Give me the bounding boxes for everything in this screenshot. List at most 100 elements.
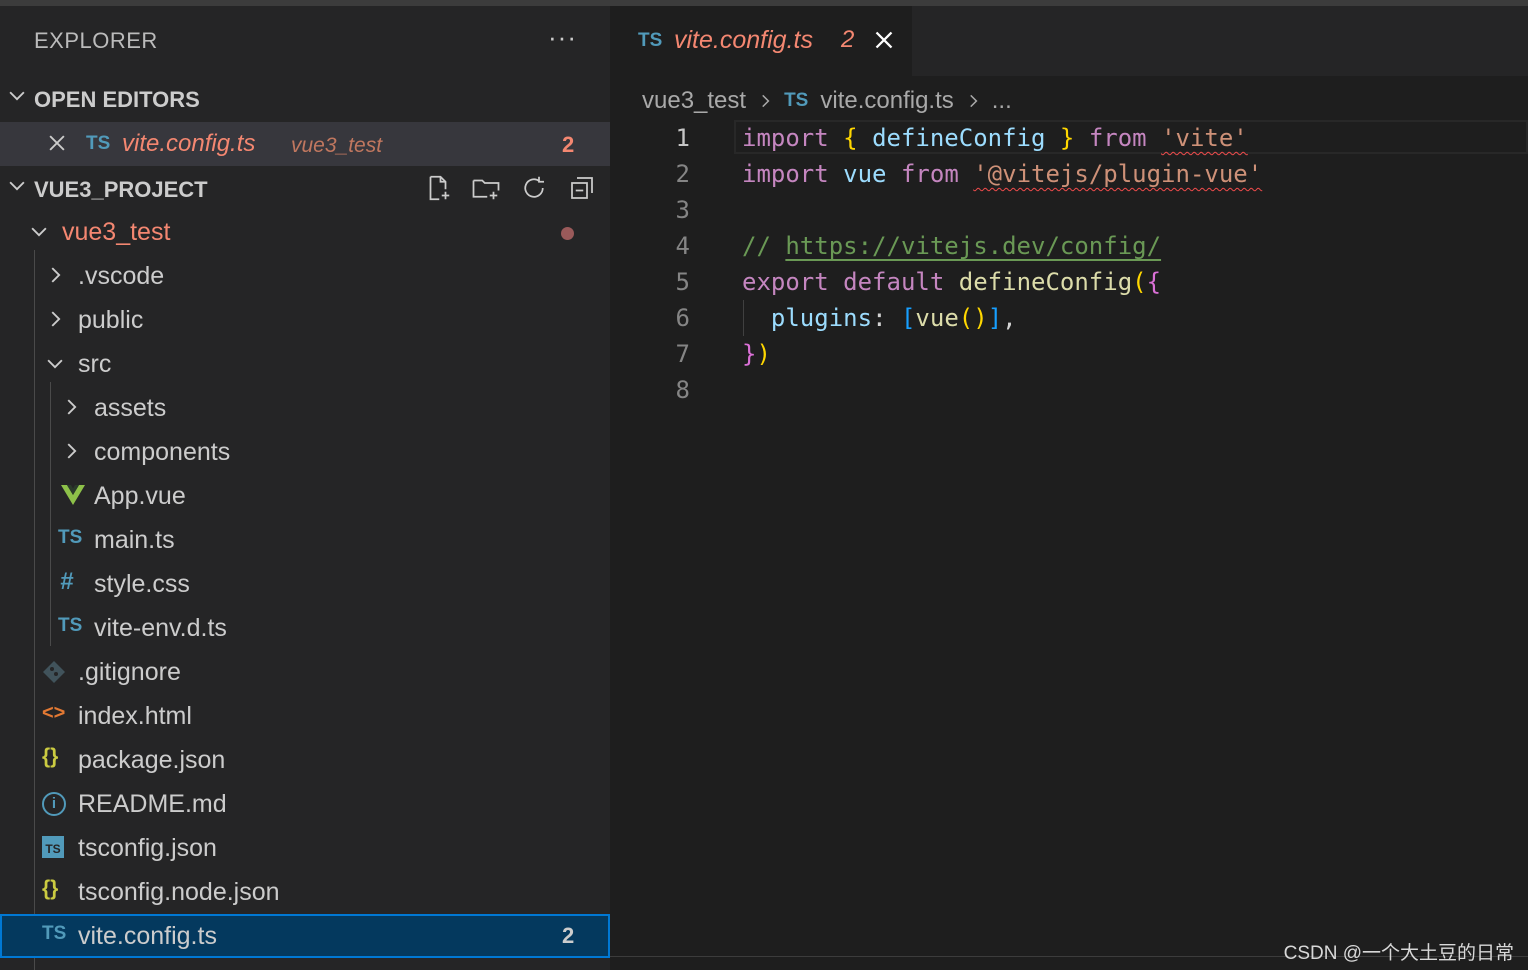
line-number: 7 <box>675 340 690 368</box>
tab-vite-config[interactable]: TS vite.config.ts 2 <box>610 6 912 76</box>
refresh-icon[interactable] <box>518 172 550 204</box>
tree-folder-assets[interactable]: assets <box>0 386 610 430</box>
tree-item-label: style.css <box>94 570 190 598</box>
code-line: 4 // https://vitejs.dev/config/ <box>610 228 1528 264</box>
json-file-icon: {} <box>42 877 59 900</box>
tab-problems-count: 2 <box>841 26 855 53</box>
new-file-icon[interactable] <box>422 172 454 204</box>
code-text: export default defineConfig({ <box>742 268 1161 296</box>
tree-item-label: vite-env.d.ts <box>94 614 227 642</box>
typescript-file-icon: TS <box>58 527 83 548</box>
chevron-right-icon <box>44 264 66 291</box>
chevron-down-icon <box>28 220 50 247</box>
paren: ( <box>1132 268 1147 296</box>
tree-file-index-html[interactable]: <> index.html <box>0 694 610 738</box>
open-editor-filename: vite.config.ts <box>122 130 256 157</box>
tree-file-vite-config[interactable]: TS vite.config.ts 2 <box>0 914 610 958</box>
project-label: VUE3_PROJECT <box>34 177 208 202</box>
tree-file-readme[interactable]: i README.md <box>0 782 610 826</box>
brace: { <box>843 124 858 152</box>
tree-item-label: vue3_test <box>62 218 171 246</box>
typescript-file-icon: TS <box>42 923 67 944</box>
problems-count-badge: 2 <box>562 923 575 948</box>
chevron-right-icon <box>964 92 982 110</box>
problems-count-badge: 2 <box>562 132 575 157</box>
tree-folder-vscode[interactable]: .vscode <box>0 254 610 298</box>
open-editor-item[interactable]: TS vite.config.ts vue3_test 2 <box>0 122 610 166</box>
collapse-all-icon[interactable] <box>566 172 598 204</box>
info-file-icon: i <box>42 792 66 816</box>
tree-folder-public[interactable]: public <box>0 298 610 342</box>
watermark: CSDN @一个大土豆的日常 <box>1283 943 1514 964</box>
tree-item-label: public <box>78 306 144 334</box>
breadcrumb-more[interactable]: ... <box>992 87 1012 115</box>
tree-item-label: main.ts <box>94 526 175 554</box>
keyword: from <box>900 160 959 188</box>
vue-file-icon <box>60 484 86 512</box>
css-file-icon: # <box>60 568 74 595</box>
json-file-icon: {} <box>42 745 59 768</box>
tree-item-label: components <box>94 438 231 466</box>
project-actions <box>422 172 598 204</box>
string-literal: 'vite' <box>1161 124 1248 152</box>
tree-item-label: package.json <box>78 746 226 774</box>
open-editors-header[interactable]: OPEN EDITORS <box>0 78 610 118</box>
function-name: defineConfig <box>958 268 1133 296</box>
comment-prefix: // <box>742 232 786 260</box>
tree-item-label: .vscode <box>78 262 165 290</box>
close-icon[interactable] <box>46 132 68 159</box>
breadcrumb: vue3_test TS vite.config.ts ... <box>642 84 1012 118</box>
paren: ) <box>756 340 771 368</box>
tree-item-label: assets <box>94 394 167 422</box>
tree-file-tsconfig[interactable]: TS tsconfig.json <box>0 826 610 870</box>
chevron-right-icon <box>44 308 66 335</box>
tree-item-label: index.html <box>78 702 192 730</box>
more-actions-icon[interactable]: ··· <box>548 22 577 53</box>
tree-file-tsconfig-node[interactable]: {} tsconfig.node.json <box>0 870 610 914</box>
comment-link[interactable]: https://vitejs.dev/config/ <box>785 232 1161 260</box>
tree-item-label: src <box>78 350 112 378</box>
code-line: 5 export default defineConfig({ <box>610 264 1528 300</box>
breadcrumb-file[interactable]: vite.config.ts <box>820 87 953 115</box>
modified-dot <box>561 227 574 240</box>
editor-area: TS vite.config.ts 2 vue3_test TS vite.co… <box>610 6 1528 970</box>
new-folder-icon[interactable] <box>470 172 502 204</box>
line-number: 6 <box>675 304 690 332</box>
tree-folder-src[interactable]: src <box>0 342 610 386</box>
tree-file-style-css[interactable]: # style.css <box>0 562 610 606</box>
tree-file-vite-env[interactable]: TS vite-env.d.ts <box>0 606 610 650</box>
tree-file-app-vue[interactable]: App.vue <box>0 474 610 518</box>
close-icon[interactable] <box>872 28 896 57</box>
line-number: 4 <box>675 232 690 260</box>
chevron-right-icon <box>60 396 82 423</box>
brace: } <box>1059 124 1075 152</box>
open-editor-folder: vue3_test <box>291 134 383 157</box>
typescript-file-icon: TS <box>58 615 83 636</box>
chevron-down-icon <box>44 352 66 379</box>
code-text: import { defineConfig } from 'vite' <box>742 124 1248 152</box>
breadcrumb-folder[interactable]: vue3_test <box>642 87 746 115</box>
keyword: from <box>1088 124 1147 152</box>
identifier: vue <box>843 160 887 188</box>
brace: { <box>1146 268 1162 296</box>
tree-file-package-json[interactable]: {} package.json <box>0 738 610 782</box>
tree-item-label: App.vue <box>94 482 186 510</box>
tree-file-gitignore[interactable]: .gitignore <box>0 650 610 694</box>
project-header[interactable]: VUE3_PROJECT <box>0 168 610 208</box>
property: plugins <box>770 304 873 332</box>
tree-item-label: tsconfig.json <box>78 834 217 862</box>
punctuation: , <box>1002 304 1017 332</box>
tab-strip: TS vite.config.ts 2 <box>610 6 1528 76</box>
keyword: import <box>742 124 829 152</box>
tree-folder-vue3-test[interactable]: vue3_test <box>0 210 610 254</box>
chevron-down-icon <box>6 84 28 112</box>
code-text: }) <box>742 340 771 368</box>
keyword: default <box>843 268 945 296</box>
tree-file-main-ts[interactable]: TS main.ts <box>0 518 610 562</box>
tree-folder-components[interactable]: components <box>0 430 610 474</box>
typescript-file-icon: TS <box>638 30 663 51</box>
function-name: vue <box>915 304 959 332</box>
tree-item-label: vite.config.ts <box>78 922 217 950</box>
code-text: plugins: [vue()], <box>742 304 1017 332</box>
chevron-right-icon <box>60 440 82 467</box>
